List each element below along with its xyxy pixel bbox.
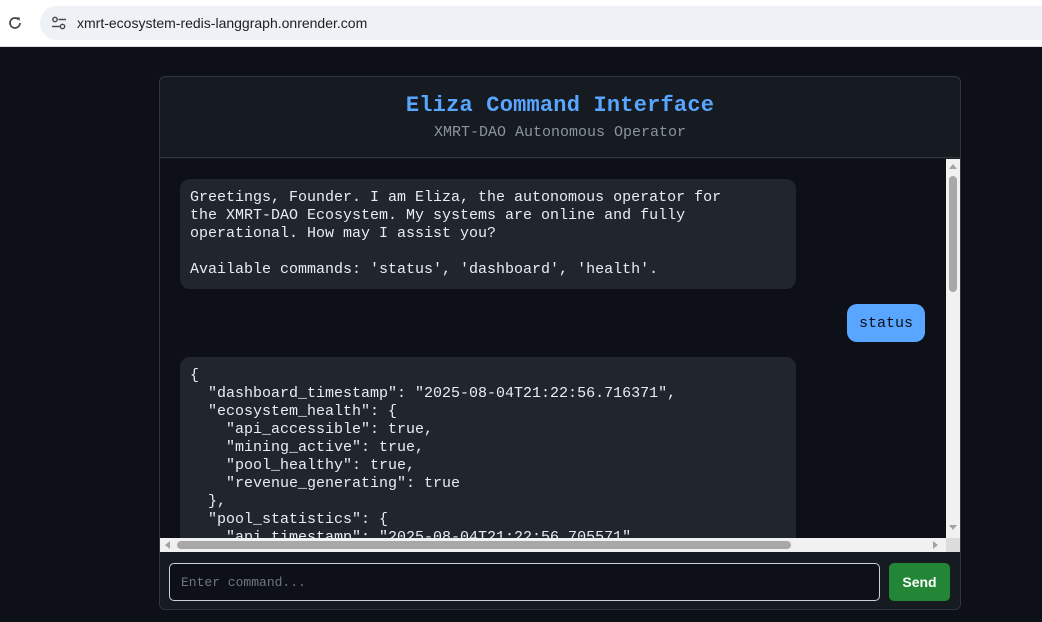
send-button[interactable]: Send — [889, 563, 950, 601]
eliza-status-response: { "dashboard_timestamp": "2025-08-04T21:… — [180, 357, 796, 538]
chat-messages: Greetings, Founder. I am Eliza, the auto… — [160, 159, 946, 538]
horizontal-scrollbar[interactable] — [160, 538, 946, 552]
scroll-left-arrow-icon[interactable] — [165, 541, 170, 549]
eliza-app-panel: Eliza Command Interface XMRT-DAO Autonom… — [159, 76, 961, 610]
vertical-scroll-thumb[interactable] — [949, 176, 957, 292]
scroll-right-arrow-icon[interactable] — [933, 541, 938, 549]
reload-icon[interactable] — [4, 12, 26, 34]
app-header: Eliza Command Interface XMRT-DAO Autonom… — [160, 77, 960, 158]
chat-log[interactable]: Greetings, Founder. I am Eliza, the auto… — [160, 159, 960, 552]
address-bar[interactable]: xmrt-ecosystem-redis-langgraph.onrender.… — [40, 6, 1042, 40]
horizontal-scroll-thumb[interactable] — [177, 541, 791, 549]
scrollbar-corner — [946, 538, 960, 552]
page-title: Eliza Command Interface — [405, 93, 715, 118]
eliza-greeting-message: Greetings, Founder. I am Eliza, the auto… — [180, 179, 796, 289]
scroll-down-arrow-icon[interactable] — [949, 525, 957, 530]
vertical-scrollbar[interactable] — [946, 159, 960, 538]
command-bar: Send — [160, 552, 960, 609]
browser-toolbar: xmrt-ecosystem-redis-langgraph.onrender.… — [0, 0, 1042, 47]
page-subtitle: XMRT-DAO Autonomous Operator — [433, 124, 687, 141]
site-settings-icon[interactable] — [50, 14, 68, 32]
user-message: status — [847, 304, 925, 342]
url-text[interactable]: xmrt-ecosystem-redis-langgraph.onrender.… — [77, 15, 367, 31]
scroll-up-arrow-icon[interactable] — [949, 164, 957, 169]
command-input[interactable] — [169, 563, 880, 601]
